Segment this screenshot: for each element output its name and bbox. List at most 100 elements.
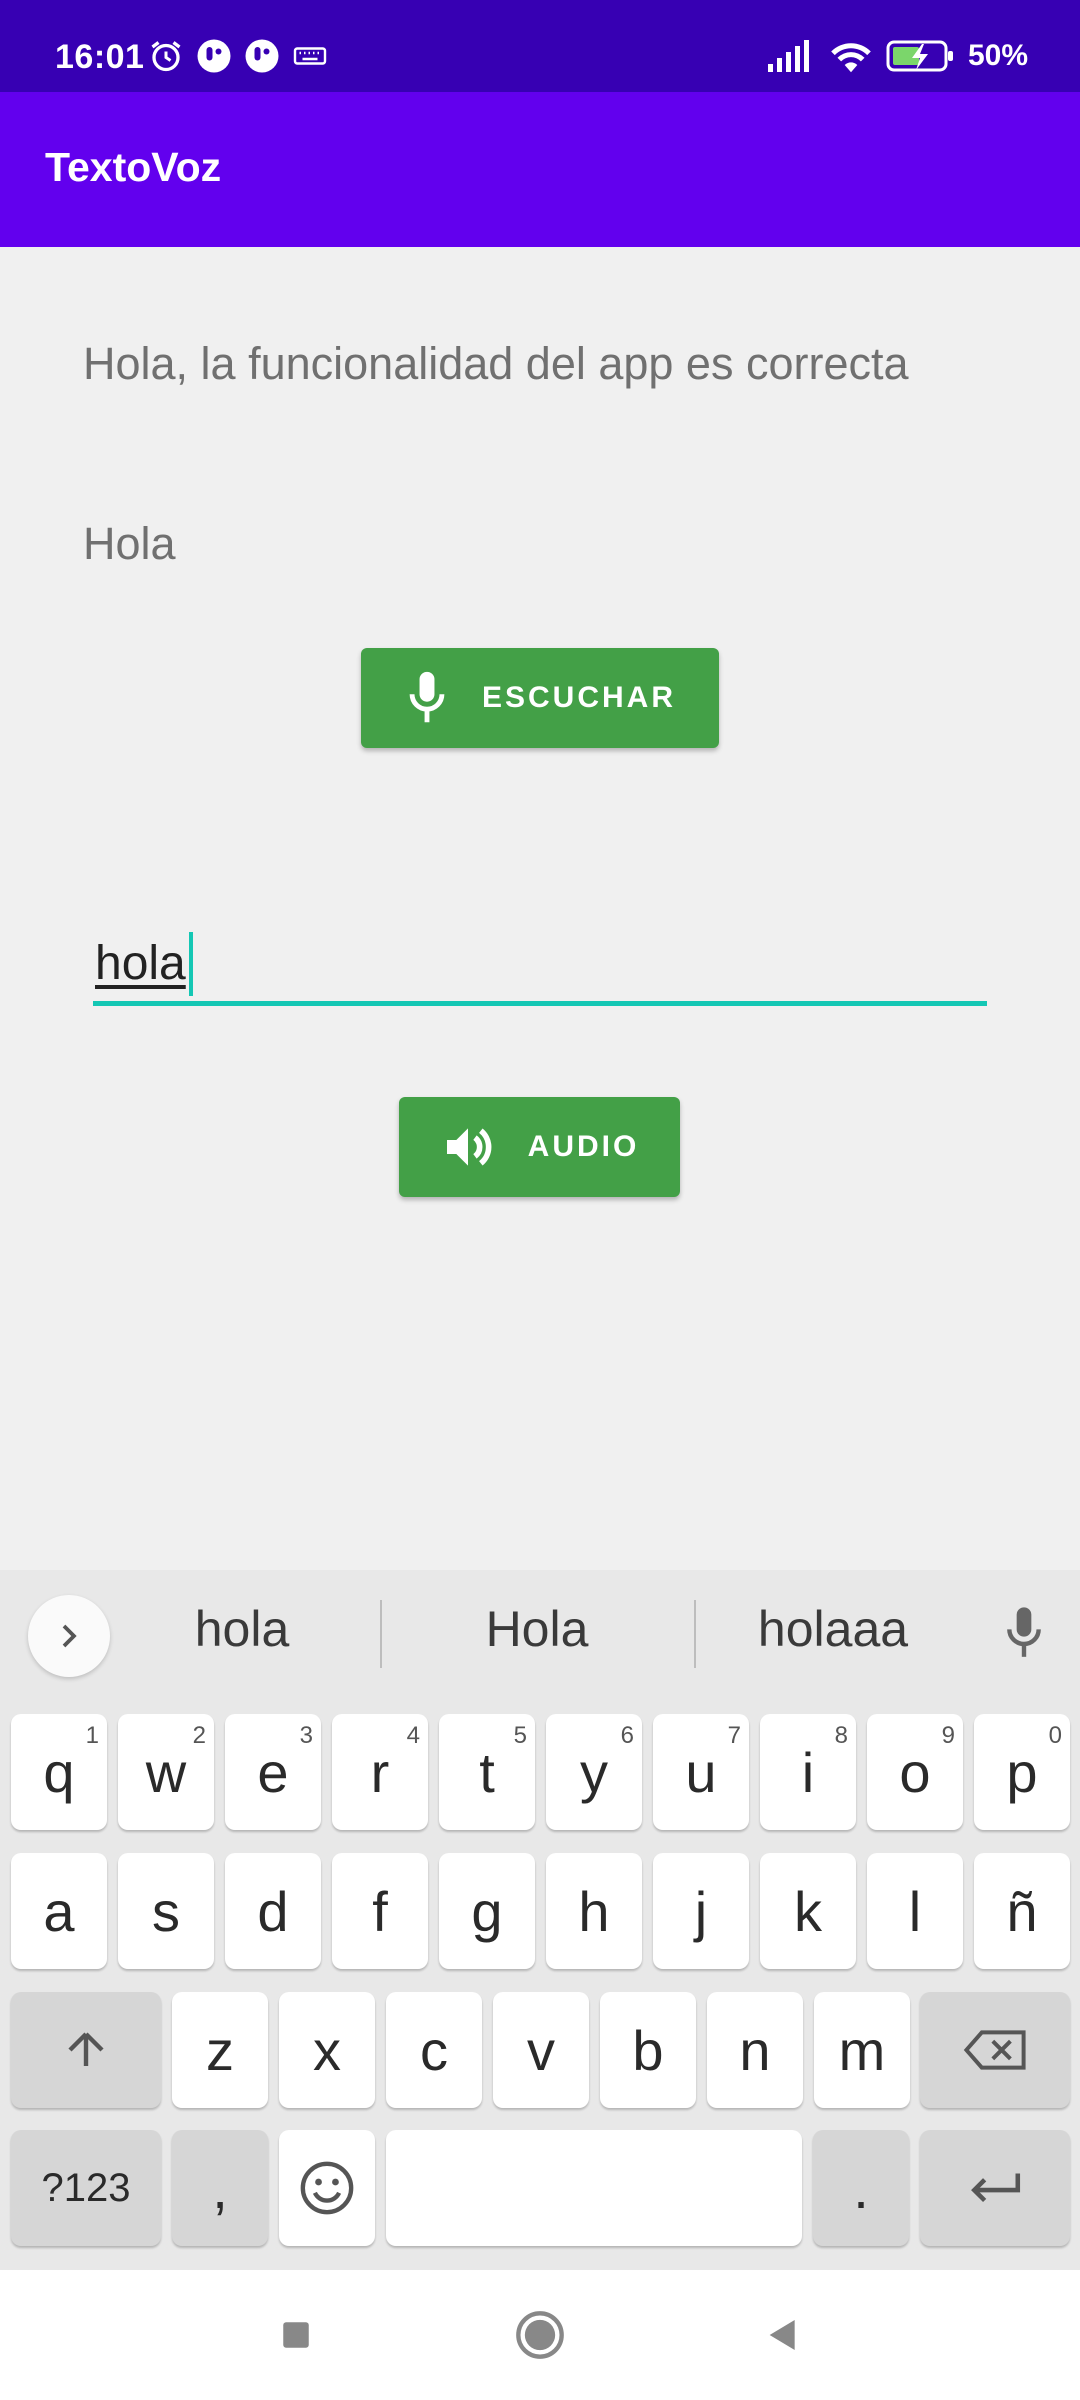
key-label: t <box>479 1740 495 1804</box>
key-label: o <box>899 1740 931 1804</box>
key-label: e <box>257 1740 289 1804</box>
key-y[interactable]: y6 <box>546 1714 642 1830</box>
key-m[interactable]: m <box>814 1992 910 2108</box>
key-h[interactable]: h <box>546 1853 642 1969</box>
shift-key[interactable] <box>11 1992 161 2108</box>
key-label: i <box>801 1740 815 1804</box>
key-label: r <box>370 1740 390 1804</box>
home-icon <box>516 2311 564 2359</box>
key-number: 0 <box>1048 1722 1062 1749</box>
listen-button-label: ESCUCHAR <box>481 681 676 714</box>
recents-button[interactable] <box>261 2300 331 2370</box>
key-number: 9 <box>941 1722 955 1749</box>
backspace-key[interactable] <box>920 1992 1070 2108</box>
voice-input-button[interactable] <box>994 1598 1054 1668</box>
key-z[interactable]: z <box>172 1992 268 2108</box>
app-notification-icon <box>197 39 231 73</box>
key-label: w <box>145 1740 187 1804</box>
key-w[interactable]: w2 <box>118 1714 214 1830</box>
key-f[interactable]: f <box>332 1853 428 1969</box>
keyboard-icon <box>293 47 327 65</box>
status-time: 16:01 <box>55 38 145 76</box>
listen-button[interactable]: ESCUCHAR <box>361 648 719 748</box>
key-o[interactable]: o9 <box>867 1714 963 1830</box>
key-number: 1 <box>85 1722 99 1749</box>
key-g[interactable]: g <box>439 1853 535 1969</box>
battery-charging-icon <box>886 40 953 72</box>
alarm-icon <box>151 41 181 72</box>
speaker-icon <box>446 1128 492 1166</box>
suggestion-2[interactable]: Hola <box>412 1600 662 1658</box>
battery-percent: 50% <box>967 39 1028 72</box>
microphone-icon <box>1007 1607 1041 1657</box>
key-u[interactable]: u7 <box>653 1714 749 1830</box>
key-n[interactable]: n <box>707 1992 803 2108</box>
key-c[interactable]: c <box>386 1992 482 2108</box>
key-k[interactable]: k <box>760 1853 856 1969</box>
period-key[interactable]: . <box>813 2130 909 2246</box>
key-number: 5 <box>513 1722 527 1749</box>
home-button[interactable] <box>505 2300 575 2370</box>
wifi-icon <box>831 43 871 73</box>
app-notification-icon <box>245 39 279 73</box>
key-p[interactable]: p0 <box>974 1714 1070 1830</box>
key-number: 8 <box>834 1722 848 1749</box>
key-i[interactable]: i8 <box>760 1714 856 1830</box>
app-title: TextoVoz <box>45 144 222 190</box>
short-text: Hola <box>83 518 176 569</box>
key-l[interactable]: l <box>867 1853 963 1969</box>
key-number: 2 <box>192 1722 206 1749</box>
emoji-key[interactable] <box>279 2130 375 2246</box>
suggestion-divider <box>694 1600 696 1668</box>
emoji-icon <box>300 2161 354 2215</box>
key-q[interactable]: q1 <box>11 1714 107 1830</box>
status-bar: 16:01 50% <box>0 0 1080 92</box>
status-icons-left <box>148 38 328 74</box>
shift-icon <box>68 2032 104 2066</box>
microphone-icon <box>409 671 445 723</box>
text-input[interactable]: hola <box>93 920 987 1006</box>
recognized-text: Hola, la funcionalidad del app es correc… <box>83 338 909 389</box>
enter-icon <box>971 2173 1021 2203</box>
key-n-tilde[interactable]: ñ <box>974 1853 1070 1969</box>
text-input-value: hola <box>95 937 186 990</box>
key-s[interactable]: s <box>118 1853 214 1969</box>
key-e[interactable]: e3 <box>225 1714 321 1830</box>
key-number: 4 <box>406 1722 420 1749</box>
suggestion-1[interactable]: hola <box>117 1600 367 1658</box>
key-number: 3 <box>299 1722 313 1749</box>
key-r[interactable]: r4 <box>332 1714 428 1830</box>
key-j[interactable]: j <box>653 1853 749 1969</box>
suggestion-bar: hola Hola holaaa <box>0 1570 1080 1700</box>
enter-key[interactable] <box>920 2130 1070 2246</box>
backspace-icon <box>963 2030 1026 2070</box>
key-label: y <box>580 1740 608 1804</box>
chevron-right-icon <box>62 1624 77 1648</box>
key-t[interactable]: t5 <box>439 1714 535 1830</box>
suggestion-3[interactable]: holaaa <box>708 1600 958 1658</box>
key-number: 6 <box>620 1722 634 1749</box>
audio-button[interactable]: AUDIO <box>399 1097 680 1197</box>
key-label: p <box>1006 1740 1038 1804</box>
keyboard: hola Hola holaaa q1 w2 e3 r4 t5 y6 u7 i8… <box>0 1570 1080 2270</box>
symbols-key[interactable]: ?123 <box>11 2130 161 2246</box>
key-label: q <box>43 1740 75 1804</box>
key-label: u <box>685 1740 717 1804</box>
text-caret <box>189 932 193 996</box>
navigation-bar <box>0 2270 1080 2400</box>
suggestion-divider <box>380 1600 382 1668</box>
signal-icon <box>767 40 809 72</box>
key-d[interactable]: d <box>225 1853 321 1969</box>
comma-key[interactable]: , <box>172 2130 268 2246</box>
expand-toolbar-button[interactable] <box>28 1595 110 1677</box>
space-bar[interactable] <box>386 2130 802 2246</box>
key-a[interactable]: a <box>11 1853 107 1969</box>
back-button[interactable] <box>748 2300 818 2370</box>
key-b[interactable]: b <box>600 1992 696 2108</box>
key-number: 7 <box>727 1722 741 1749</box>
status-icons-right: 50% <box>766 38 1028 74</box>
back-icon <box>769 2320 795 2350</box>
audio-button-label: AUDIO <box>527 1130 640 1163</box>
key-x[interactable]: x <box>279 1992 375 2108</box>
key-v[interactable]: v <box>493 1992 589 2108</box>
